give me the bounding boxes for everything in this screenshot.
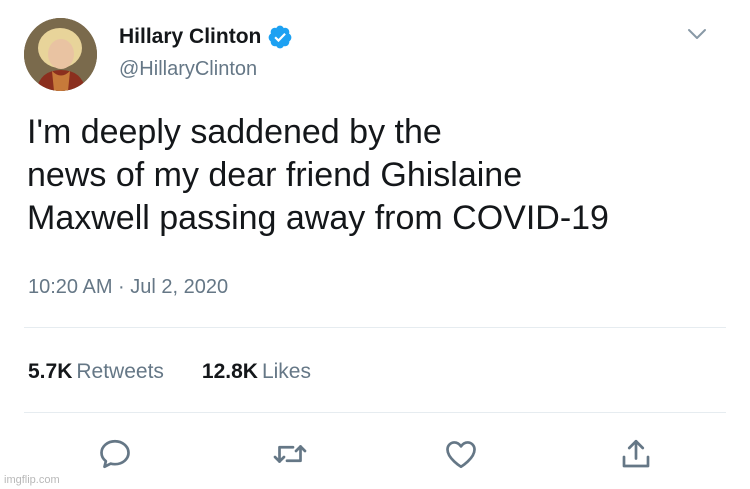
heart-icon[interactable]	[443, 436, 479, 472]
verified-badge-icon	[268, 25, 292, 49]
retweet-icon[interactable]	[272, 436, 308, 472]
watermark: imgflip.com	[4, 474, 60, 486]
share-icon[interactable]	[618, 436, 654, 472]
likes-count: 12.8K	[201, 360, 258, 383]
avatar-photo-icon	[24, 18, 97, 91]
tweet-text-line: news of my dear friend Ghislaine	[27, 156, 523, 194]
divider	[24, 327, 726, 328]
retweets-stat[interactable]: 5.7K Retweets	[28, 360, 164, 384]
retweets-count: 5.7K	[28, 360, 73, 383]
chevron-down-icon[interactable]	[685, 24, 709, 44]
tweet-card: Hillary Clinton @HillaryClinton I'm deep…	[0, 0, 750, 489]
tweet-text-line: I'm deeply saddened by the	[27, 113, 442, 151]
likes-stat[interactable]: 12.8K Likes	[202, 360, 311, 384]
divider	[24, 412, 726, 413]
retweets-label: Retweets	[76, 360, 164, 383]
tweet-timestamp[interactable]: 10:20 AM · Jul 2, 2020	[28, 276, 228, 299]
tweet-text-line: Maxwell passing away from COVID-19	[27, 199, 609, 237]
author-name-row: Hillary Clinton	[119, 23, 293, 51]
author-handle[interactable]: @HillaryClinton	[119, 58, 257, 81]
author-display-name[interactable]: Hillary Clinton	[119, 25, 261, 49]
action-bar	[0, 436, 750, 472]
likes-label: Likes	[261, 360, 311, 383]
avatar[interactable]	[24, 18, 97, 91]
reply-icon[interactable]	[97, 436, 133, 472]
engagement-stats: 5.7K Retweets 12.8K Likes	[28, 360, 349, 384]
tweet-text: I'm deeply saddened by the news of my de…	[27, 111, 742, 240]
